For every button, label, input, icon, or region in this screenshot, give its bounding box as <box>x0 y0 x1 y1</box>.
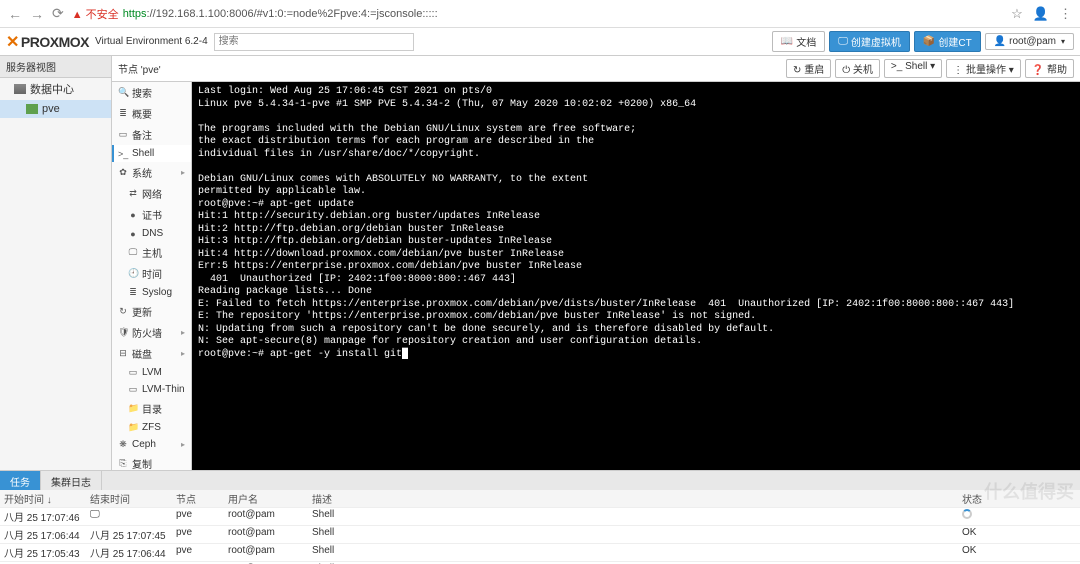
table-row[interactable]: 八月 25 17:06:44八月 25 17:07:45pveroot@pamS… <box>0 526 1080 544</box>
browser-bar: ← → ⟳ ▲ 不安全 https://192.168.1.100:8006/#… <box>0 0 1080 28</box>
tab-cluster-log[interactable]: 集群日志 <box>41 471 102 490</box>
insecure-badge: ▲ 不安全 <box>72 6 119 22</box>
tree-item-数据中心[interactable]: 数据中心 <box>0 78 111 100</box>
menu-icon[interactable]: ⋮ <box>1059 6 1072 22</box>
shell-terminal[interactable]: Last login: Wed Aug 25 17:06:45 CST 2021… <box>192 82 1080 470</box>
submenu-概要[interactable]: ≣概要 <box>112 103 191 124</box>
menu-icon: 🖵 <box>128 247 138 258</box>
submenu-LVM[interactable]: ▭LVM <box>112 364 191 381</box>
submenu-Syslog[interactable]: ≣Syslog <box>112 284 191 301</box>
resource-tree: 服务器视图 数据中心pve <box>0 56 112 470</box>
dc-icon <box>14 84 26 94</box>
menu-icon: ⎘ <box>118 458 128 469</box>
version-label: Virtual Environment 6.2-4 <box>95 36 208 47</box>
submenu-Shell[interactable]: >_Shell <box>112 145 191 162</box>
table-row[interactable]: 八月 25 17:07:46🖵pveroot@pamShell <box>0 508 1080 526</box>
menu-icon: ↻ <box>118 306 128 317</box>
menu-icon: 🕘 <box>128 268 138 279</box>
submenu-更新[interactable]: ↻更新 <box>112 301 191 322</box>
menu-icon: ● <box>128 229 138 239</box>
tab-tasks[interactable]: 任务 <box>0 471 41 490</box>
logo: ✕PROXMOX <box>6 32 89 52</box>
menu-icon: ≣ <box>128 287 138 298</box>
submenu-磁盘[interactable]: ⊟磁盘▸ <box>112 343 191 364</box>
table-row[interactable]: 八月 25 17:05:43八月 25 17:06:44pveroot@pamS… <box>0 544 1080 562</box>
col-desc[interactable]: 描述 <box>308 490 958 507</box>
menu-icon: ▭ <box>128 384 138 395</box>
help-button[interactable]: ❓ 帮助 <box>1025 59 1074 78</box>
menu-icon: ✿ <box>118 167 128 178</box>
monitor-icon: 🖵 <box>90 509 100 520</box>
menu-icon: ⇄ <box>128 188 138 199</box>
menu-icon: ⊟ <box>118 348 128 359</box>
profile-icon[interactable]: 👤 <box>1033 6 1049 22</box>
node-icon <box>26 104 38 114</box>
submenu-Ceph[interactable]: ❋Ceph▸ <box>112 436 191 453</box>
bulk-button[interactable]: ⋮ 批量操作 ▾ <box>946 59 1021 78</box>
breadcrumb-label: 节点 'pve' <box>118 61 161 76</box>
submenu-证书[interactable]: ●证书 <box>112 204 191 225</box>
menu-icon: ▭ <box>128 367 138 378</box>
submenu-目录[interactable]: 📁目录 <box>112 398 191 419</box>
back-icon[interactable]: ← <box>8 6 22 22</box>
submenu-网络[interactable]: ⇄网络 <box>112 183 191 204</box>
shutdown-button[interactable]: ⏻ 关机 <box>835 59 880 78</box>
menu-icon: 🔍 <box>118 87 128 98</box>
menu-icon: 🛡 <box>118 327 128 338</box>
submenu-LVM-Thin[interactable]: ▭LVM-Thin <box>112 381 191 398</box>
submenu-搜索[interactable]: 🔍搜索 <box>112 82 191 103</box>
user-menu-button[interactable]: 👤 root@pam▾ <box>985 33 1074 50</box>
col-user[interactable]: 用户名 <box>224 490 308 507</box>
submenu-DNS[interactable]: ●DNS <box>112 225 191 242</box>
col-status[interactable]: 状态 <box>958 490 1080 507</box>
menu-icon: 📁 <box>128 422 138 433</box>
submenu-防火墙[interactable]: 🛡防火墙▸ <box>112 322 191 343</box>
global-search-input[interactable] <box>214 33 414 51</box>
menu-icon: 📁 <box>128 403 138 414</box>
node-submenu: 🔍搜索≣概要▭备注>_Shell✿系统▸⇄网络●证书●DNS🖵主机🕘时间≣Sys… <box>112 82 192 470</box>
bottom-tabs: 任务 集群日志 <box>0 470 1080 490</box>
tree-header[interactable]: 服务器视图 <box>0 56 111 78</box>
menu-icon: ▭ <box>118 129 128 140</box>
menu-icon: ● <box>128 210 138 220</box>
menu-icon: >_ <box>118 149 128 159</box>
docs-button[interactable]: 📖 文档 <box>772 31 825 52</box>
submenu-主机[interactable]: 🖵主机 <box>112 242 191 263</box>
submenu-ZFS[interactable]: 📁ZFS <box>112 419 191 436</box>
col-start[interactable]: 开始时间 ↓ <box>0 490 86 507</box>
url: https://192.168.1.100:8006/#v1:0:=node%2… <box>123 8 438 20</box>
star-icon[interactable]: ☆ <box>1011 6 1023 22</box>
submenu-系统[interactable]: ✿系统▸ <box>112 162 191 183</box>
task-log-table: 开始时间 ↓ 结束时间 节点 用户名 描述 状态 八月 25 17:07:46🖵… <box>0 490 1080 564</box>
menu-icon: ❋ <box>118 439 128 450</box>
address-bar[interactable]: ▲ 不安全 https://192.168.1.100:8006/#v1:0:=… <box>72 6 438 22</box>
tree-item-pve[interactable]: pve <box>0 100 111 118</box>
submenu-备注[interactable]: ▭备注 <box>112 124 191 145</box>
reboot-button[interactable]: ↻ 重启 <box>786 59 831 78</box>
reload-icon[interactable]: ⟳ <box>52 5 64 22</box>
breadcrumb-bar: 节点 'pve' ↻ 重启 ⏻ 关机 >_ Shell ▾ ⋮ 批量操作 ▾ ❓… <box>112 56 1080 82</box>
create-vm-button[interactable]: 🖵 创建虚拟机 <box>829 31 910 52</box>
shell-button[interactable]: >_ Shell ▾ <box>884 59 942 78</box>
forward-icon[interactable]: → <box>30 6 44 22</box>
spinner-icon <box>962 509 972 519</box>
submenu-复制[interactable]: ⎘复制 <box>112 453 191 470</box>
submenu-时间[interactable]: 🕘时间 <box>112 263 191 284</box>
create-ct-button[interactable]: 📦 创建CT <box>914 31 981 52</box>
col-end[interactable]: 结束时间 <box>86 490 172 507</box>
menu-icon: ≣ <box>118 108 128 119</box>
app-header: ✕PROXMOX Virtual Environment 6.2-4 📖 文档 … <box>0 28 1080 56</box>
col-node[interactable]: 节点 <box>172 490 224 507</box>
